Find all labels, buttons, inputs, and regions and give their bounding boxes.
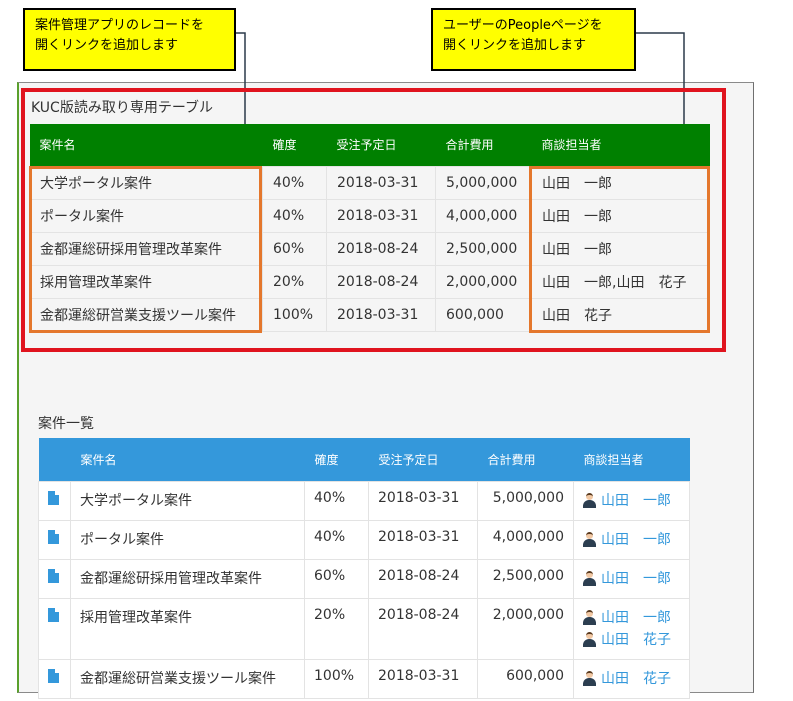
cell-probability: 40% <box>304 480 369 521</box>
table-row: 大学ポータル案件 40% 2018-03-31 5,000,000 山田 一郎 <box>38 480 690 521</box>
user-link[interactable]: 山田 一郎 <box>583 607 680 629</box>
user-avatar-icon <box>583 610 596 625</box>
cell-rep: 山田 一郎 <box>573 480 690 521</box>
cell-date: 2018-03-31 <box>368 658 478 699</box>
user-avatar-icon <box>583 532 596 547</box>
cell-date: 2018-08-24 <box>368 558 478 599</box>
cell-probability: 100% <box>304 658 369 699</box>
list-title: 案件一覧 <box>38 416 94 432</box>
cell-cost: 2,000,000 <box>477 597 574 660</box>
cell-rep: 山田 一郎 山田 花子 <box>573 597 690 660</box>
cell-date: 2018-03-31 <box>368 480 478 521</box>
cell-name: ポータル案件 <box>70 519 305 560</box>
document-icon[interactable] <box>48 490 59 505</box>
name-column-highlight <box>29 166 262 333</box>
cell-cost: 4,000,000 <box>477 519 574 560</box>
rep-column-highlight <box>529 166 710 333</box>
user-avatar-icon <box>583 493 596 508</box>
cell-name: 金都運総研採用管理改革案件 <box>70 558 305 599</box>
user-link[interactable]: 山田 一郎 <box>583 529 680 551</box>
cell-probability: 20% <box>304 597 369 660</box>
user-avatar-icon <box>583 571 596 586</box>
cell-name: 大学ポータル案件 <box>70 480 305 521</box>
cell-cost: 2,500,000 <box>477 558 574 599</box>
table-row: 採用管理改革案件 20% 2018-08-24 2,000,000 山田 一郎 … <box>38 597 690 660</box>
user-avatar-icon <box>583 671 596 686</box>
cell-name: 金都運総研営業支援ツール案件 <box>70 658 305 699</box>
cell-name: 採用管理改革案件 <box>70 597 305 660</box>
record-list-table: 案件名 確度 受注予定日 合計費用 商談担当者 大学ポータル案件 40% 201… <box>38 438 690 699</box>
cell-date: 2018-08-24 <box>368 597 478 660</box>
table-row: ポータル案件 40% 2018-03-31 4,000,000 山田 一郎 <box>38 519 690 560</box>
user-link[interactable]: 山田 一郎 <box>583 568 680 590</box>
cell-icon[interactable] <box>38 658 71 699</box>
table-header-row: 案件名 確度 受注予定日 合計費用 商談担当者 <box>38 438 690 481</box>
user-link[interactable]: 山田 花子 <box>583 629 680 651</box>
cell-icon[interactable] <box>38 480 71 521</box>
cell-rep: 山田 一郎 <box>573 519 690 560</box>
document-icon[interactable] <box>48 607 59 622</box>
user-avatar-icon <box>583 632 596 647</box>
cell-icon[interactable] <box>38 597 71 660</box>
col-header-cost: 合計費用 <box>477 438 574 481</box>
cell-icon[interactable] <box>38 558 71 599</box>
user-link[interactable]: 山田 花子 <box>583 668 680 690</box>
cell-probability: 40% <box>304 519 369 560</box>
col-header-date: 受注予定日 <box>368 438 478 481</box>
cell-probability: 60% <box>304 558 369 599</box>
user-link[interactable]: 山田 一郎 <box>583 490 680 512</box>
table-row: 金都運総研採用管理改革案件 60% 2018-08-24 2,500,000 山… <box>38 558 690 599</box>
col-header-probability: 確度 <box>304 438 369 481</box>
cell-cost: 600,000 <box>477 658 574 699</box>
document-icon[interactable] <box>48 668 59 683</box>
cell-rep: 山田 花子 <box>573 658 690 699</box>
cell-icon[interactable] <box>38 519 71 560</box>
cell-cost: 5,000,000 <box>477 480 574 521</box>
col-header-icon <box>38 438 71 481</box>
cell-rep: 山田 一郎 <box>573 558 690 599</box>
col-header-rep: 商談担当者 <box>573 438 690 481</box>
table-row: 金都運総研営業支援ツール案件 100% 2018-03-31 600,000 山… <box>38 658 690 699</box>
document-icon[interactable] <box>48 529 59 544</box>
col-header-name: 案件名 <box>70 438 305 481</box>
cell-date: 2018-03-31 <box>368 519 478 560</box>
document-icon[interactable] <box>48 568 59 583</box>
